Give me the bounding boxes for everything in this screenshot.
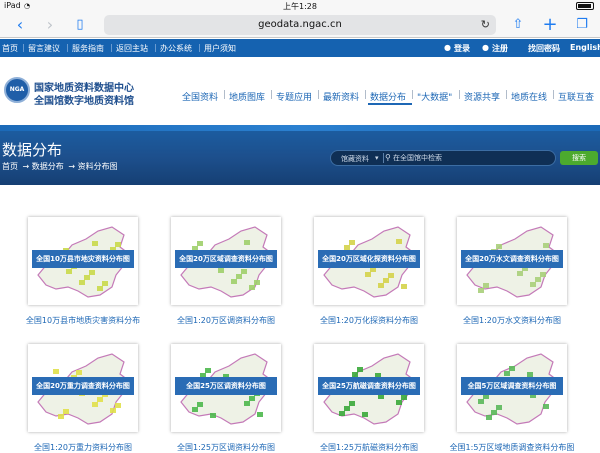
top-nav-separator: | <box>198 43 201 52</box>
page-banner: 数据分布 首页 → 数据分布 → 资料分布图 馆藏资料 ▾ ⚲ 搜索 <box>0 125 600 185</box>
top-nav-separator: | <box>66 43 69 52</box>
tabs-icon[interactable]: ❐ <box>572 15 592 35</box>
site-title-line2: 全国馆数字地质资料馆 <box>34 96 134 107</box>
main-nav-distribution[interactable]: 数据分布 <box>370 90 406 103</box>
status-time: 上午1:28 <box>283 2 317 11</box>
forgot-password-link[interactable]: 找回密码 <box>528 43 560 54</box>
map-card-title: 全国25万区调资料分布图 <box>175 377 277 395</box>
search-input[interactable] <box>393 152 543 164</box>
map-card[interactable]: 全国20万水文调查资料分布图 <box>457 217 567 305</box>
breadcrumb-home[interactable]: 首页 <box>2 162 18 171</box>
breadcrumb-current: → 资料分布图 <box>68 162 118 171</box>
new-tab-icon[interactable]: + <box>540 15 560 35</box>
top-nav-feedback[interactable]: 留言建议 <box>28 43 60 54</box>
browser-toolbar: ‹ › ▯ geodata.ngac.cn ↻ ⇧ + ❐ <box>0 12 600 38</box>
map-card-title: 全国20万重力调查资料分布图 <box>32 377 134 395</box>
top-nav-notice[interactable]: 用户须知 <box>204 43 236 54</box>
map-card-caption-link[interactable]: 全国1:20万化探资料分布图 <box>299 315 439 326</box>
main-nav-latest[interactable]: 最新资料 <box>323 90 359 103</box>
map-card-caption-link[interactable]: 全国1:25万航磁资料分布图 <box>299 442 439 453</box>
back-icon[interactable]: ‹ <box>10 15 30 35</box>
forward-icon[interactable]: › <box>40 15 60 35</box>
user-icon: ● <box>444 43 451 52</box>
user-plus-icon: ● <box>482 43 489 52</box>
map-card[interactable]: 全国20万重力调查资料分布图 <box>28 344 138 432</box>
map-card[interactable]: 全国25万航磁调查资料分布图 <box>314 344 424 432</box>
top-nav-home[interactable]: 首页 <box>2 43 18 54</box>
register-link[interactable]: 注册 <box>492 43 508 54</box>
top-nav-separator: | <box>22 43 25 52</box>
banner-stripe <box>0 125 600 131</box>
top-nav-main-site[interactable]: 返回主站 <box>116 43 148 54</box>
map-card[interactable]: 全国20万区域调查资料分布图 <box>171 217 281 305</box>
main-nav-separator: | <box>364 90 368 100</box>
main-nav-separator: | <box>505 90 509 100</box>
main-nav-separator: | <box>317 90 321 100</box>
english-link[interactable]: English <box>570 43 600 52</box>
map-card[interactable]: 全国25万区调资料分布图 <box>171 344 281 432</box>
main-nav-online[interactable]: 地质在线 <box>511 90 547 103</box>
chevron-down-icon[interactable]: ▾ <box>375 154 379 162</box>
site-header: NGA 国家地质资料数据中心 全国馆数字地质资料馆 全国资料 | 地质图库 | … <box>0 57 600 125</box>
map-card-title: 全国10万县市地灾资料分布图 <box>32 250 134 268</box>
main-nav-big-data[interactable]: "大数据" <box>417 90 452 103</box>
search-box: 馆藏资料 ▾ ⚲ <box>330 150 556 166</box>
map-card-caption-link[interactable]: 全国1:25万区调资料分布图 <box>156 442 296 453</box>
breadcrumb: 首页 → 数据分布 → 资料分布图 <box>2 161 120 172</box>
map-card-title: 全国20万区域化探资料分布图 <box>318 250 420 268</box>
map-card-caption-link[interactable]: 全国1:20万水文资料分布图 <box>442 315 582 326</box>
reload-icon[interactable]: ↻ <box>481 15 490 35</box>
map-card-title: 全国20万区域调查资料分布图 <box>175 250 277 268</box>
page-title: 数据分布 <box>2 141 63 159</box>
map-card-caption-link[interactable]: 全国1:20万重力资料分布图 <box>13 442 153 453</box>
main-nav-separator: | <box>411 90 415 100</box>
top-nav-bar: 首页 | 留言建议 | 服务指南 | 返回主站 | 办公系统 | 用户须知 ● … <box>0 39 600 57</box>
main-nav-map-library[interactable]: 地质图库 <box>229 90 265 103</box>
main-nav-separator: | <box>270 90 274 100</box>
active-tab-indicator <box>368 103 412 105</box>
main-nav-separator: | <box>223 90 227 100</box>
map-card[interactable]: 全国20万区域化探资料分布图 <box>314 217 424 305</box>
map-grid: 全国10万县市地灾资料分布图全国10万县市地质灾害资料分布 全国20万区域调查资… <box>0 185 600 453</box>
main-nav-separator: | <box>552 90 556 100</box>
url-text: geodata.ngac.cn <box>258 19 342 30</box>
search-scope-select[interactable]: 馆藏资料 <box>341 154 369 164</box>
main-nav-interconnect[interactable]: 互联互查 <box>558 90 594 103</box>
logo-badge-text: NGA <box>9 86 25 93</box>
map-card-caption-link[interactable]: 全国10万县市地质灾害资料分布 <box>13 315 153 326</box>
battery-icon <box>576 2 594 10</box>
top-nav-separator: | <box>110 43 113 52</box>
map-card-title: 全国5万区域调查资料分布图 <box>461 377 563 395</box>
main-nav-separator: | <box>458 90 462 100</box>
search-icon: ⚲ <box>385 153 391 162</box>
map-card-title: 全国20万水文调查资料分布图 <box>461 250 563 268</box>
main-nav-national[interactable]: 全国资料 <box>182 90 218 103</box>
map-card-title: 全国25万航磁调查资料分布图 <box>318 377 420 395</box>
share-icon[interactable]: ⇧ <box>508 15 528 35</box>
map-card-caption-link[interactable]: 全国1:5万区域地质调查资料分布图 <box>442 442 582 453</box>
map-card[interactable]: 全国5万区域调查资料分布图 <box>457 344 567 432</box>
top-nav-office[interactable]: 办公系统 <box>160 43 192 54</box>
search-divider <box>383 153 384 163</box>
top-nav-guide[interactable]: 服务指南 <box>72 43 104 54</box>
address-bar[interactable]: geodata.ngac.cn ↻ <box>104 15 496 35</box>
breadcrumb-distribution[interactable]: → 数据分布 <box>23 162 64 171</box>
map-card[interactable]: 全国10万县市地灾资料分布图 <box>28 217 138 305</box>
main-nav-topics[interactable]: 专题应用 <box>276 90 312 103</box>
login-link[interactable]: 登录 <box>454 43 470 54</box>
main-nav-sharing[interactable]: 资源共享 <box>464 90 500 103</box>
site-logo[interactable]: NGA <box>4 77 30 103</box>
map-card-caption-link[interactable]: 全国1:20万区调资料分布图 <box>156 315 296 326</box>
bookmarks-icon[interactable]: ▯ <box>70 15 90 35</box>
top-nav-separator: | <box>154 43 157 52</box>
status-bar: iPad ◔ 上午1:28 <box>0 0 600 12</box>
search-button[interactable]: 搜索 <box>560 151 598 165</box>
